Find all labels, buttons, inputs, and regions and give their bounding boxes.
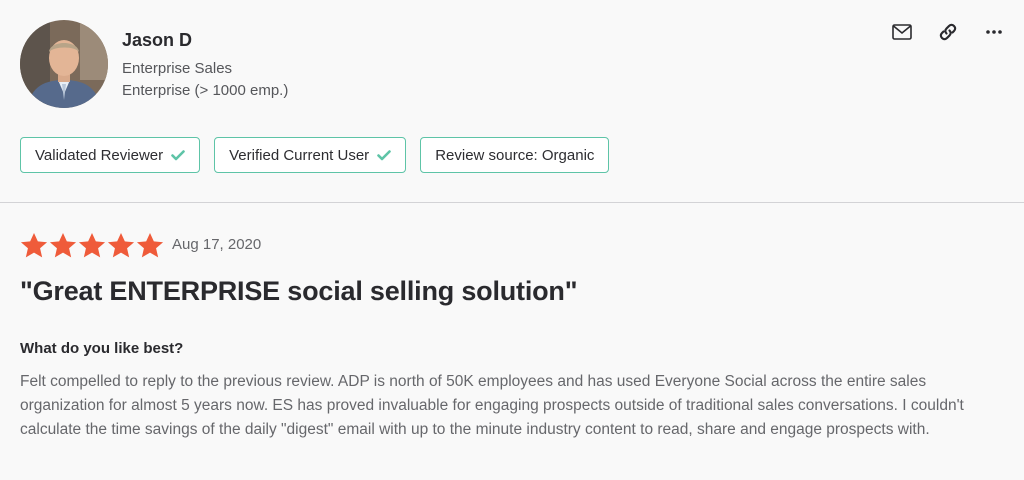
star-icon [136, 233, 164, 258]
link-icon[interactable] [936, 20, 960, 44]
badge-review-source: Review source: Organic [420, 137, 610, 173]
star-icon [107, 233, 135, 258]
badge-label: Validated Reviewer [35, 146, 164, 164]
badge-label: Review source: Organic [435, 146, 595, 164]
badge-validated-reviewer: Validated Reviewer [20, 137, 201, 173]
star-rating [20, 232, 164, 259]
review-question: What do you like best? [20, 340, 184, 357]
review-answer: Felt compelled to reply to the previous … [20, 373, 964, 438]
reviewer-company-size: Enterprise (> 1000 emp.) [122, 82, 289, 99]
more-icon[interactable] [982, 20, 1006, 44]
check-icon [377, 149, 391, 161]
star-icon [20, 233, 48, 258]
badge-label: Verified Current User [229, 146, 370, 164]
mail-icon[interactable] [890, 20, 914, 44]
reviewer-role: Enterprise Sales [122, 60, 233, 77]
reviewer-badges: Validated Reviewer Verified Current User… [20, 137, 610, 173]
section-divider [0, 202, 1024, 203]
star-icon [49, 233, 77, 258]
check-icon [171, 149, 185, 161]
review-actions [890, 20, 1006, 44]
avatar [20, 20, 108, 108]
review-title: "Great ENTERPRISE social selling solutio… [20, 276, 578, 306]
badge-verified-current-user: Verified Current User [214, 137, 407, 173]
star-icon [78, 233, 106, 258]
reviewer-name: Jason D [122, 30, 193, 50]
review-date: Aug 17, 2020 [172, 236, 262, 253]
